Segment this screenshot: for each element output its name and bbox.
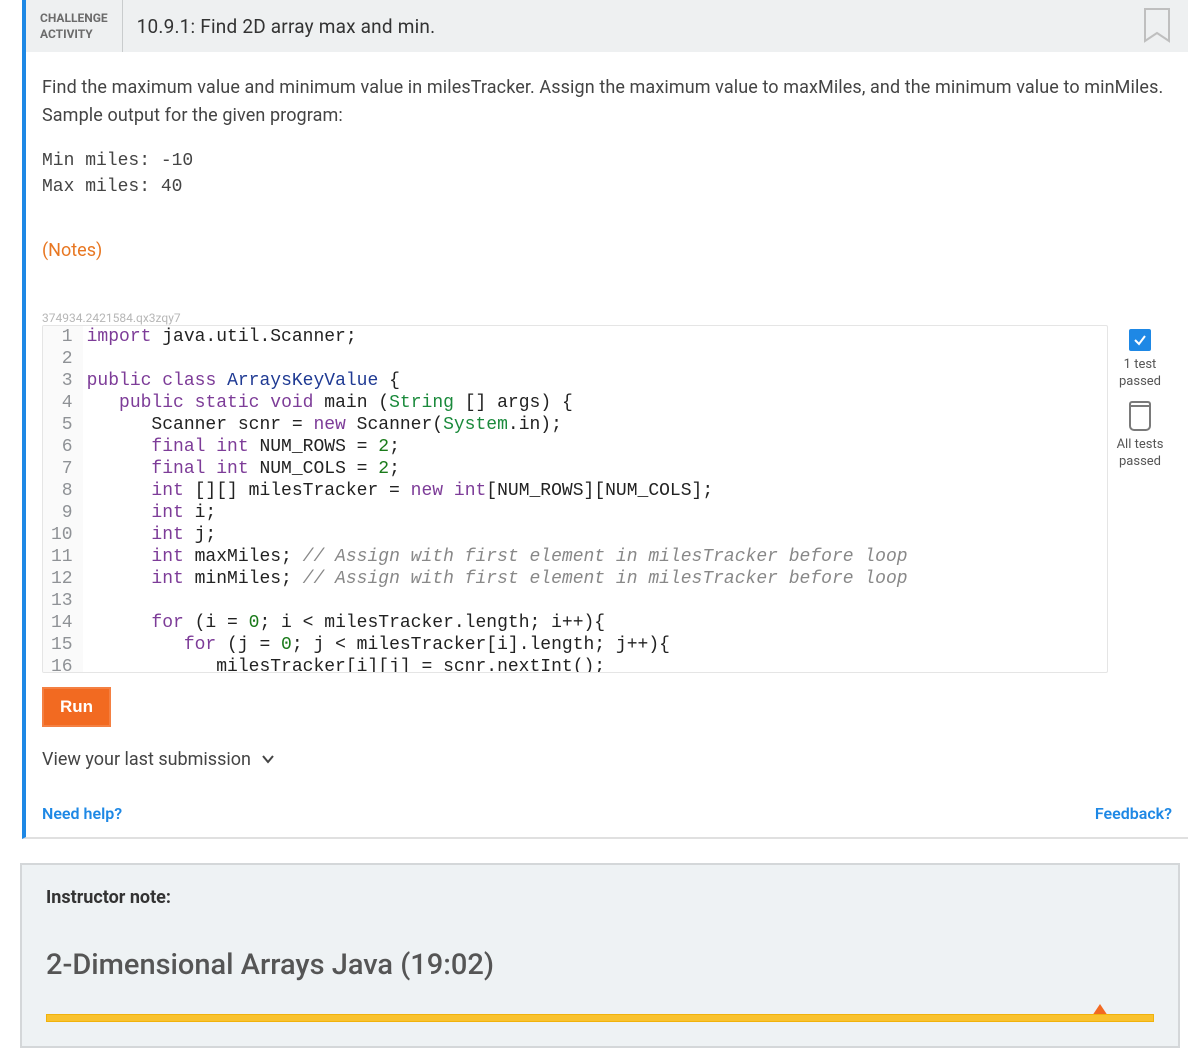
code-line[interactable]: milesTracker[i][j] = scnr.nextInt();: [87, 656, 908, 672]
line-number: 6: [51, 436, 73, 458]
code-line[interactable]: import java.util.Scanner;: [87, 326, 908, 348]
code-line[interactable]: public static void main (String [] args)…: [87, 392, 908, 414]
line-number: 14: [51, 612, 73, 634]
code-line[interactable]: Scanner scnr = new Scanner(System.in);: [87, 414, 908, 436]
instructor-note-card: Instructor note: 2-Dimensional Arrays Ja…: [20, 863, 1180, 1048]
code-line[interactable]: for (j = 0; j < milesTracker[i].length; …: [87, 634, 908, 656]
code-line[interactable]: final int NUM_COLS = 2;: [87, 458, 908, 480]
one-test-passed-label: 1 test passed: [1119, 357, 1161, 391]
code-line[interactable]: [87, 590, 908, 612]
editor-row: 12345678910111213141516 import java.util…: [42, 325, 1172, 673]
line-number: 10: [51, 524, 73, 546]
challenge-tag: CHALLENGE ACTIVITY: [26, 0, 123, 52]
line-number: 8: [51, 480, 73, 502]
line-number: 13: [51, 590, 73, 612]
line-number-gutter: 12345678910111213141516: [43, 326, 83, 672]
challenge-title: 10.9.1: Find 2D array max and min.: [123, 0, 436, 52]
challenge-body: Find the maximum value and minimum value…: [26, 52, 1188, 837]
line-number: 4: [51, 392, 73, 414]
line-number: 7: [51, 458, 73, 480]
code-id: 374934.2421584.qx3zqy7: [42, 311, 1172, 325]
run-button[interactable]: Run: [42, 687, 111, 727]
feedback-link[interactable]: Feedback?: [1095, 804, 1172, 823]
code-line[interactable]: int i;: [87, 502, 908, 524]
test-status-rail: 1 test passed All tests passed: [1108, 325, 1172, 471]
code-line[interactable]: int [][] milesTracker = new int[NUM_ROWS…: [87, 480, 908, 502]
challenge-card: CHALLENGE ACTIVITY 10.9.1: Find 2D array…: [22, 0, 1188, 839]
video-progress-bar[interactable]: [46, 1014, 1154, 1022]
code-line[interactable]: final int NUM_ROWS = 2;: [87, 436, 908, 458]
challenge-tag-line1: CHALLENGE: [40, 10, 108, 26]
need-help-link[interactable]: Need help?: [42, 804, 122, 823]
code-line[interactable]: [87, 348, 908, 370]
code-editor[interactable]: 12345678910111213141516 import java.util…: [42, 325, 1108, 673]
line-number: 1: [51, 326, 73, 348]
challenge-header: CHALLENGE ACTIVITY 10.9.1: Find 2D array…: [26, 0, 1188, 52]
instructor-note-label: Instructor note:: [46, 887, 1154, 908]
line-number: 2: [51, 348, 73, 370]
line-number: 16: [51, 656, 73, 673]
chevron-down-icon: [261, 752, 275, 766]
bookmark-icon[interactable]: [1142, 7, 1172, 45]
code-line[interactable]: int j;: [87, 524, 908, 546]
instructor-video-title: 2-Dimensional Arrays Java (19:02): [46, 948, 1154, 982]
sample-output-line1: Min miles: -10: [42, 151, 193, 171]
all-tests-passed-label: All tests passed: [1117, 437, 1164, 471]
line-number: 9: [51, 502, 73, 524]
line-number: 12: [51, 568, 73, 590]
challenge-tag-line2: ACTIVITY: [40, 26, 108, 42]
code-line[interactable]: int minMiles; // Assign with first eleme…: [87, 568, 908, 590]
shield-icon: [1129, 405, 1151, 431]
line-number: 11: [51, 546, 73, 568]
code-line[interactable]: int maxMiles; // Assign with first eleme…: [87, 546, 908, 568]
check-icon: [1129, 329, 1151, 351]
footer-links: Need help? Feedback?: [42, 804, 1172, 823]
line-number: 5: [51, 414, 73, 436]
view-last-submission[interactable]: View your last submission: [42, 749, 1172, 770]
sample-output-line2: Max miles: 40: [42, 177, 182, 197]
line-number: 15: [51, 634, 73, 656]
code-line[interactable]: for (i = 0; i < milesTracker.length; i++…: [87, 612, 908, 634]
view-last-submission-label: View your last submission: [42, 749, 251, 770]
sample-output: Min miles: -10 Max miles: 40: [42, 148, 1172, 200]
code-area[interactable]: import java.util.Scanner; public class A…: [83, 326, 908, 672]
code-line[interactable]: public class ArraysKeyValue {: [87, 370, 908, 392]
prompt-text: Find the maximum value and minimum value…: [42, 74, 1172, 130]
line-number: 3: [51, 370, 73, 392]
notes-link[interactable]: (Notes): [42, 240, 102, 261]
